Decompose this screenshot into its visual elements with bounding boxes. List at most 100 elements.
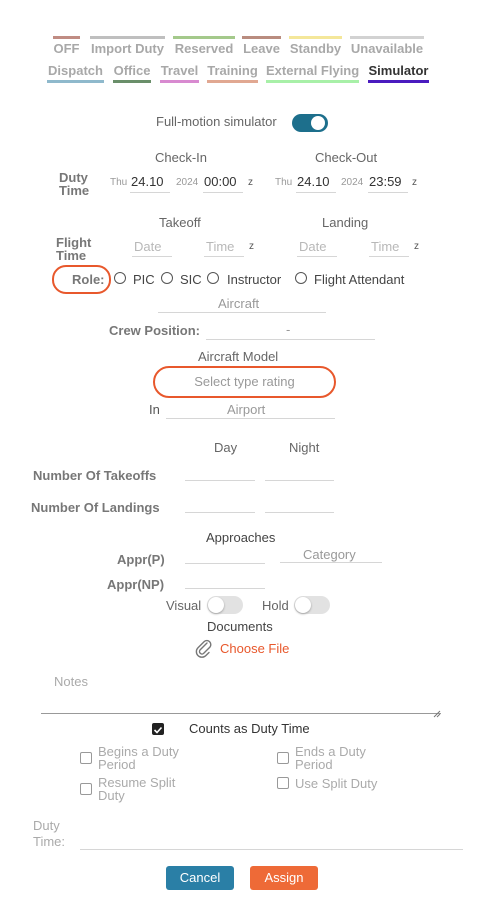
check-in-date[interactable]: 24.10 bbox=[131, 174, 164, 189]
toggle-knob bbox=[311, 116, 325, 130]
tab-color-bar bbox=[266, 80, 359, 83]
tab-color-bar bbox=[368, 80, 429, 83]
tab-label: External Flying bbox=[266, 63, 360, 78]
role-radio-sic[interactable] bbox=[161, 272, 173, 284]
choose-file-link[interactable]: Choose File bbox=[220, 641, 289, 656]
simulator-toggle-label: Full-motion simulator bbox=[156, 114, 277, 129]
tab-external-flying[interactable]: External Flying bbox=[266, 63, 360, 83]
role-radio-pic[interactable] bbox=[114, 272, 126, 284]
use-split-label: Use Split Duty bbox=[295, 776, 378, 791]
landing-date-underline bbox=[297, 256, 337, 257]
counts-as-duty-label: Counts as Duty Time bbox=[189, 721, 310, 736]
tab-office[interactable]: Office bbox=[113, 63, 151, 83]
tab-label: Training bbox=[207, 63, 258, 78]
check-in-time[interactable]: 00:00 bbox=[204, 174, 237, 189]
crew-position-select[interactable]: - bbox=[286, 322, 290, 337]
appr-p-input[interactable] bbox=[185, 563, 265, 564]
type-rating-select[interactable]: Select type rating bbox=[153, 366, 336, 398]
tab-color-bar bbox=[113, 80, 151, 83]
role-radio-flight-attendant[interactable] bbox=[295, 272, 307, 284]
type-rating-placeholder: Select type rating bbox=[194, 374, 295, 389]
tab-label: Unavailable bbox=[350, 41, 424, 56]
tab-import-duty[interactable]: Import Duty bbox=[90, 36, 165, 56]
check-out-time-underline bbox=[368, 192, 408, 193]
approach-category-select[interactable]: Category bbox=[303, 547, 356, 562]
resize-handle-icon[interactable] bbox=[433, 705, 441, 718]
tab-label: Import Duty bbox=[91, 41, 164, 56]
check-out-time[interactable]: 23:59 bbox=[369, 174, 402, 189]
aircraft-input[interactable]: Aircraft bbox=[218, 296, 259, 311]
documents-header: Documents bbox=[207, 619, 273, 634]
paperclip-icon bbox=[194, 638, 214, 658]
landing-time-input[interactable]: Time bbox=[371, 239, 399, 254]
takeoff-date-input[interactable]: Date bbox=[134, 239, 161, 254]
tab-label: Travel bbox=[160, 63, 199, 78]
aircraft-underline bbox=[158, 312, 326, 313]
tab-unavailable[interactable]: Unavailable bbox=[350, 36, 424, 56]
tab-color-bar bbox=[53, 36, 80, 39]
role-radio-instructor[interactable] bbox=[207, 272, 219, 284]
hold-toggle[interactable] bbox=[294, 596, 330, 614]
tab-reserved[interactable]: Reserved bbox=[173, 36, 235, 56]
day-takeoffs-input[interactable] bbox=[185, 480, 255, 481]
flight-time-label-line2: Time bbox=[56, 248, 87, 263]
landing-tz: z bbox=[414, 241, 419, 252]
check-in-day: Thu bbox=[110, 177, 128, 188]
assign-button[interactable]: Assign bbox=[250, 866, 318, 890]
cancel-button[interactable]: Cancel bbox=[166, 866, 234, 890]
tab-standby[interactable]: Standby bbox=[289, 36, 342, 56]
tab-label: Office bbox=[113, 63, 151, 78]
tab-label: OFF bbox=[53, 41, 80, 56]
notes-textarea[interactable]: Notes bbox=[41, 672, 441, 718]
flight-time-label: Flight Time bbox=[56, 236, 91, 262]
begins-duty-label-line2: Period bbox=[98, 757, 136, 772]
use-split-checkbox[interactable] bbox=[277, 777, 289, 789]
tab-leave[interactable]: Leave bbox=[242, 36, 281, 56]
check-out-date[interactable]: 24.10 bbox=[297, 174, 330, 189]
check-out-date-underline bbox=[296, 192, 336, 193]
airport-underline bbox=[166, 418, 335, 419]
tab-training[interactable]: Training bbox=[207, 63, 258, 83]
landing-date-input[interactable]: Date bbox=[299, 239, 326, 254]
resume-split-label-line2: Duty bbox=[98, 788, 125, 803]
appr-np-label: Appr(NP) bbox=[107, 577, 165, 592]
crew-position-label: Crew Position: bbox=[109, 323, 201, 338]
duty-time-field-label: Duty Time: bbox=[33, 818, 65, 850]
role-option-flight-attendant: Flight Attendant bbox=[314, 272, 405, 287]
tab-off[interactable]: OFF bbox=[53, 36, 80, 56]
duty-time-field-label-line2: Time: bbox=[33, 834, 66, 849]
check-in-date-underline bbox=[130, 192, 170, 193]
resume-split-checkbox[interactable] bbox=[80, 783, 92, 795]
ends-duty-checkbox[interactable] bbox=[277, 752, 289, 764]
ends-duty-label: Ends a Duty Period bbox=[295, 745, 366, 771]
landing-header: Landing bbox=[322, 215, 369, 230]
tab-label: Reserved bbox=[174, 41, 234, 56]
ends-duty-label-line2: Period bbox=[295, 757, 333, 772]
takeoffs-label: Number Of Takeoffs bbox=[33, 468, 157, 483]
takeoff-header: Takeoff bbox=[159, 215, 201, 230]
tab-dispatch[interactable]: Dispatch bbox=[47, 63, 104, 83]
appr-p-label: Appr(P) bbox=[117, 552, 165, 567]
begins-duty-checkbox[interactable] bbox=[80, 752, 92, 764]
aircraft-model-label: Aircraft Model bbox=[198, 349, 279, 364]
tab-color-bar bbox=[242, 36, 281, 39]
appr-np-input[interactable] bbox=[185, 588, 265, 589]
day-landings-input[interactable] bbox=[185, 512, 255, 513]
visual-toggle[interactable] bbox=[207, 596, 243, 614]
tab-simulator[interactable]: Simulator bbox=[368, 63, 429, 83]
hold-label: Hold bbox=[262, 598, 289, 613]
airport-in-label: In bbox=[149, 402, 160, 417]
check-out-year: 2024 bbox=[341, 177, 364, 188]
tab-color-bar bbox=[207, 80, 258, 83]
night-header: Night bbox=[289, 440, 320, 455]
role-option-sic: SIC bbox=[180, 272, 202, 287]
takeoff-tz: z bbox=[249, 241, 254, 252]
counts-as-duty-checkbox[interactable] bbox=[152, 723, 164, 735]
simulator-toggle[interactable] bbox=[292, 114, 328, 132]
takeoff-time-input[interactable]: Time bbox=[206, 239, 234, 254]
tab-travel[interactable]: Travel bbox=[160, 63, 199, 83]
night-landings-input[interactable] bbox=[265, 512, 334, 513]
airport-input[interactable]: Airport bbox=[227, 402, 265, 417]
night-takeoffs-input[interactable] bbox=[265, 480, 334, 481]
duty-time-field-input[interactable] bbox=[80, 849, 463, 850]
